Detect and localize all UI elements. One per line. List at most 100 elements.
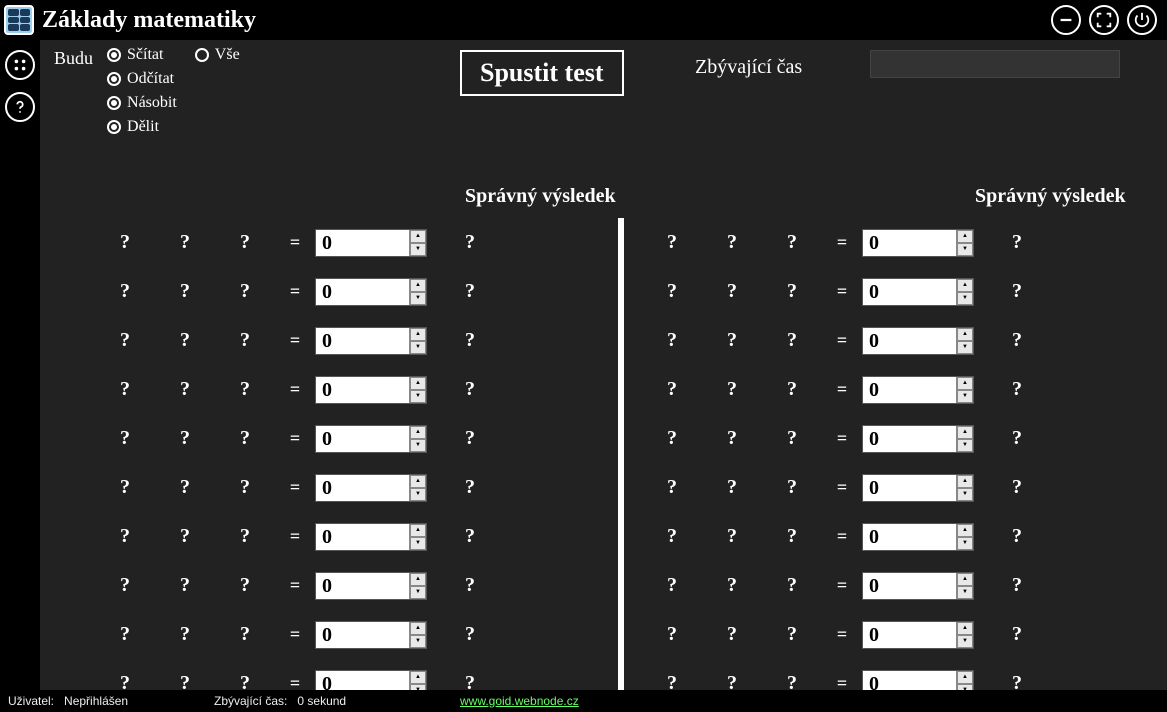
spinner-down-icon[interactable]: ▼ xyxy=(957,439,973,452)
answer-spinner[interactable]: 0▲▼ xyxy=(862,229,974,257)
answer-spinner[interactable]: 0▲▼ xyxy=(862,376,974,404)
status-link[interactable]: www.goid.webnode.cz xyxy=(460,694,579,708)
correct-answer: ? xyxy=(982,476,1052,499)
radio-label: Násobit xyxy=(127,94,177,112)
minimize-button[interactable] xyxy=(1051,5,1081,35)
spinner-down-icon[interactable]: ▼ xyxy=(410,537,426,550)
spinner-down-icon[interactable]: ▼ xyxy=(957,243,973,256)
answer-input[interactable]: 0 xyxy=(316,328,410,354)
spinner-up-icon[interactable]: ▲ xyxy=(957,573,973,586)
spinner-up-icon[interactable]: ▲ xyxy=(957,524,973,537)
operator: ? xyxy=(702,231,762,254)
answer-input[interactable]: 0 xyxy=(863,230,957,256)
operand-b: ? xyxy=(215,231,275,254)
answer-spinner[interactable]: 0▲▼ xyxy=(315,425,427,453)
spinner-down-icon[interactable]: ▼ xyxy=(957,635,973,648)
spinner-up-icon[interactable]: ▲ xyxy=(410,328,426,341)
equals-sign: = xyxy=(822,575,862,596)
spinner-up-icon[interactable]: ▲ xyxy=(410,573,426,586)
answer-input[interactable]: 0 xyxy=(863,377,957,403)
answer-spinner[interactable]: 0▲▼ xyxy=(862,474,974,502)
start-test-button[interactable]: Spustit test xyxy=(460,50,624,96)
menu-button[interactable] xyxy=(5,50,35,80)
spinner-down-icon[interactable]: ▼ xyxy=(410,488,426,501)
spinner-down-icon[interactable]: ▼ xyxy=(957,586,973,599)
spinner-up-icon[interactable]: ▲ xyxy=(410,475,426,488)
spinner-down-icon[interactable]: ▼ xyxy=(957,292,973,305)
answer-spinner[interactable]: 0▲▼ xyxy=(315,621,427,649)
answer-input[interactable]: 0 xyxy=(863,426,957,452)
answer-input[interactable]: 0 xyxy=(863,475,957,501)
answer-input[interactable]: 0 xyxy=(316,524,410,550)
spinner-down-icon[interactable]: ▼ xyxy=(410,292,426,305)
spinner-up-icon[interactable]: ▲ xyxy=(410,377,426,390)
spinner-up-icon[interactable]: ▲ xyxy=(957,230,973,243)
spinner-down-icon[interactable]: ▼ xyxy=(410,439,426,452)
power-button[interactable] xyxy=(1127,5,1157,35)
answer-input[interactable]: 0 xyxy=(863,328,957,354)
spinner-up-icon[interactable]: ▲ xyxy=(410,230,426,243)
spinner-down-icon[interactable]: ▼ xyxy=(410,390,426,403)
spinner-down-icon[interactable]: ▼ xyxy=(957,488,973,501)
answer-input[interactable]: 0 xyxy=(863,573,957,599)
answer-spinner[interactable]: 0▲▼ xyxy=(862,425,974,453)
spinner-up-icon[interactable]: ▲ xyxy=(410,524,426,537)
radio-label: Dělit xyxy=(127,118,159,136)
radio-nasobit[interactable]: Násobit xyxy=(107,94,177,112)
answer-spinner[interactable]: 0▲▼ xyxy=(315,474,427,502)
fullscreen-button[interactable] xyxy=(1089,5,1119,35)
spinner-up-icon[interactable]: ▲ xyxy=(957,671,973,684)
spinner-up-icon[interactable]: ▲ xyxy=(410,622,426,635)
answer-spinner[interactable]: 0▲▼ xyxy=(315,376,427,404)
answer-input[interactable]: 0 xyxy=(316,426,410,452)
answer-spinner[interactable]: 0▲▼ xyxy=(862,572,974,600)
operand-a: ? xyxy=(642,476,702,499)
spinner-down-icon[interactable]: ▼ xyxy=(410,341,426,354)
answer-input[interactable]: 0 xyxy=(863,524,957,550)
answer-spinner[interactable]: 0▲▼ xyxy=(862,278,974,306)
spinner-up-icon[interactable]: ▲ xyxy=(410,279,426,292)
radio-odcitat[interactable]: Odčítat xyxy=(107,70,177,88)
correct-answer: ? xyxy=(435,231,505,254)
answer-spinner[interactable]: 0▲▼ xyxy=(862,327,974,355)
answer-spinner[interactable]: 0▲▼ xyxy=(315,278,427,306)
spinner-up-icon[interactable]: ▲ xyxy=(410,426,426,439)
answer-spinner[interactable]: 0▲▼ xyxy=(315,523,427,551)
answer-spinner[interactable]: 0▲▼ xyxy=(315,327,427,355)
spinner-up-icon[interactable]: ▲ xyxy=(410,671,426,684)
answer-input[interactable]: 0 xyxy=(863,622,957,648)
radio-label: Vše xyxy=(215,46,240,64)
spinner-down-icon[interactable]: ▼ xyxy=(410,635,426,648)
answer-input[interactable]: 0 xyxy=(316,475,410,501)
spinner-up-icon[interactable]: ▲ xyxy=(957,328,973,341)
answer-spinner[interactable]: 0▲▼ xyxy=(315,229,427,257)
answer-input[interactable]: 0 xyxy=(863,279,957,305)
answer-input[interactable]: 0 xyxy=(316,573,410,599)
spinner-down-icon[interactable]: ▼ xyxy=(957,537,973,550)
answer-spinner[interactable]: 0▲▼ xyxy=(315,572,427,600)
help-button[interactable] xyxy=(5,92,35,122)
radio-delit[interactable]: Dělit xyxy=(107,118,177,136)
answer-input[interactable]: 0 xyxy=(316,230,410,256)
answer-spinner[interactable]: 0▲▼ xyxy=(862,523,974,551)
spinner-down-icon[interactable]: ▼ xyxy=(410,243,426,256)
answer-input[interactable]: 0 xyxy=(316,279,410,305)
spinner-up-icon[interactable]: ▲ xyxy=(957,426,973,439)
status-time-label: Zbývající čas: xyxy=(214,694,287,708)
answer-spinner[interactable]: 0▲▼ xyxy=(862,621,974,649)
equals-sign: = xyxy=(822,281,862,302)
radio-scitat[interactable]: Sčítat xyxy=(107,46,177,64)
radio-vse[interactable]: Vše xyxy=(195,46,240,64)
spinner-up-icon[interactable]: ▲ xyxy=(957,622,973,635)
spinner-down-icon[interactable]: ▼ xyxy=(410,586,426,599)
spinner-down-icon[interactable]: ▼ xyxy=(957,390,973,403)
spinner-up-icon[interactable]: ▲ xyxy=(957,279,973,292)
spinner-up-icon[interactable]: ▲ xyxy=(957,475,973,488)
spinner-up-icon[interactable]: ▲ xyxy=(957,377,973,390)
operand-b: ? xyxy=(762,280,822,303)
spinner-down-icon[interactable]: ▼ xyxy=(957,341,973,354)
equals-sign: = xyxy=(275,477,315,498)
correct-answer: ? xyxy=(982,378,1052,401)
answer-input[interactable]: 0 xyxy=(316,622,410,648)
answer-input[interactable]: 0 xyxy=(316,377,410,403)
